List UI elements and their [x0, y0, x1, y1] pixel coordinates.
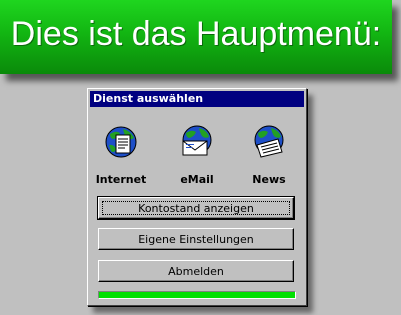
progress-bar [98, 291, 296, 299]
button-label: Eigene Einstellungen [138, 233, 254, 246]
dialog-titlebar[interactable]: Dienst auswählen [90, 91, 304, 107]
progress-fill [99, 292, 295, 298]
dialog-title: Dienst auswählen [93, 92, 204, 105]
button-label: Abmelden [168, 265, 224, 278]
globe-envelope-icon [182, 125, 212, 156]
service-label: eMail [180, 173, 214, 186]
service-email[interactable]: eMail [167, 125, 227, 195]
service-label: Internet [95, 173, 147, 186]
service-label: News [252, 173, 286, 186]
settings-button[interactable]: Eigene Einstellungen [98, 228, 294, 250]
button-label: Kontostand anzeigen [138, 202, 254, 215]
service-dialog: Dienst auswählen Internet eMail News Kon… [87, 88, 307, 306]
globe-newspaper-icon [254, 125, 284, 158]
show-balance-button[interactable]: Kontostand anzeigen [97, 196, 295, 220]
service-internet[interactable]: Internet [91, 125, 151, 195]
page-title: Dies ist das Hauptmenü: [10, 15, 382, 53]
logout-button[interactable]: Abmelden [98, 260, 294, 282]
header-banner: Dies ist das Hauptmenü: [0, 0, 392, 74]
service-news[interactable]: News [239, 125, 299, 195]
globe-document-icon [105, 126, 137, 158]
